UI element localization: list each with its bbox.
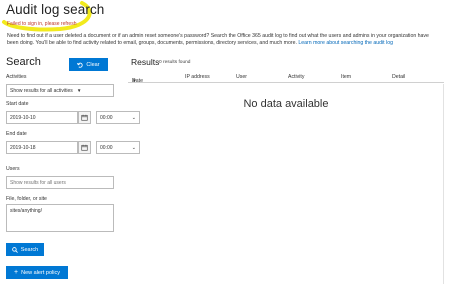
new-alert-policy-button[interactable]: + New alert policy [6,266,68,279]
results-count: 0 results found [159,60,191,65]
search-button[interactable]: Search [6,243,44,256]
results-scrollbar[interactable] [443,84,444,284]
no-data-message: No data available [243,98,329,110]
column-header-ip-address[interactable]: IP address [185,74,210,80]
intro-text: Need to find out if a user deleted a doc… [7,33,439,47]
end-time-select[interactable]: 00:00 ⌄ [96,141,140,154]
activities-dropdown[interactable]: Show results for all activities ▼ [6,84,114,97]
start-date-value: 2019-10-10 [10,114,36,121]
start-time-select[interactable]: 00:00 ⌄ [96,111,140,124]
users-input[interactable] [6,176,114,189]
column-header-detail[interactable]: Detail [392,74,405,80]
file-folder-site-input[interactable]: sites/anything/ [6,204,114,232]
error-message: Failed to sign in, please refresh [7,21,77,27]
activities-label: Activities [6,74,27,80]
end-date-value: 2019-10-18 [10,144,36,151]
column-header-activity[interactable]: Activity [288,74,304,80]
end-time-value: 00:00 [100,144,113,151]
start-date-input[interactable]: 2019-10-10 [6,111,78,124]
column-header-user[interactable]: User [236,74,247,80]
page-title: Audit log search [6,2,105,17]
users-label: Users [6,166,20,172]
clear-button[interactable]: Clear [69,58,108,71]
end-date-label: End date [6,131,27,137]
search-label: Search [20,246,39,253]
undo-icon [77,62,84,68]
file-folder-site-value: sites/anything/ [10,208,42,214]
column-header-item[interactable]: Item [341,74,351,80]
chevron-down-icon: ⌄ [131,144,136,151]
sort-desc-icon: ▼ [132,78,137,83]
results-table-header: Date ▼ IP address User Activity Item Det… [128,70,444,84]
clear-label: Clear [86,61,100,68]
results-heading: Results [131,57,160,67]
file-folder-site-label: File, folder, or site [6,196,47,202]
end-date-picker[interactable] [78,141,91,154]
start-date-label: Start date [6,101,29,107]
search-heading: Search [6,56,41,68]
chevron-down-icon: ▼ [76,88,82,93]
chevron-down-icon: ⌄ [131,114,136,121]
search-icon [11,246,18,253]
start-time-value: 00:00 [100,114,113,121]
learn-more-link[interactable]: Learn more about searching the audit log [298,40,393,46]
calendar-icon [81,114,88,121]
calendar-icon [81,144,88,151]
plus-icon: + [14,269,19,276]
activities-value: Show results for all activities [10,87,73,94]
start-date-picker[interactable] [78,111,91,124]
new-alert-policy-label: New alert policy [21,269,60,276]
end-date-input[interactable]: 2019-10-18 [6,141,78,154]
